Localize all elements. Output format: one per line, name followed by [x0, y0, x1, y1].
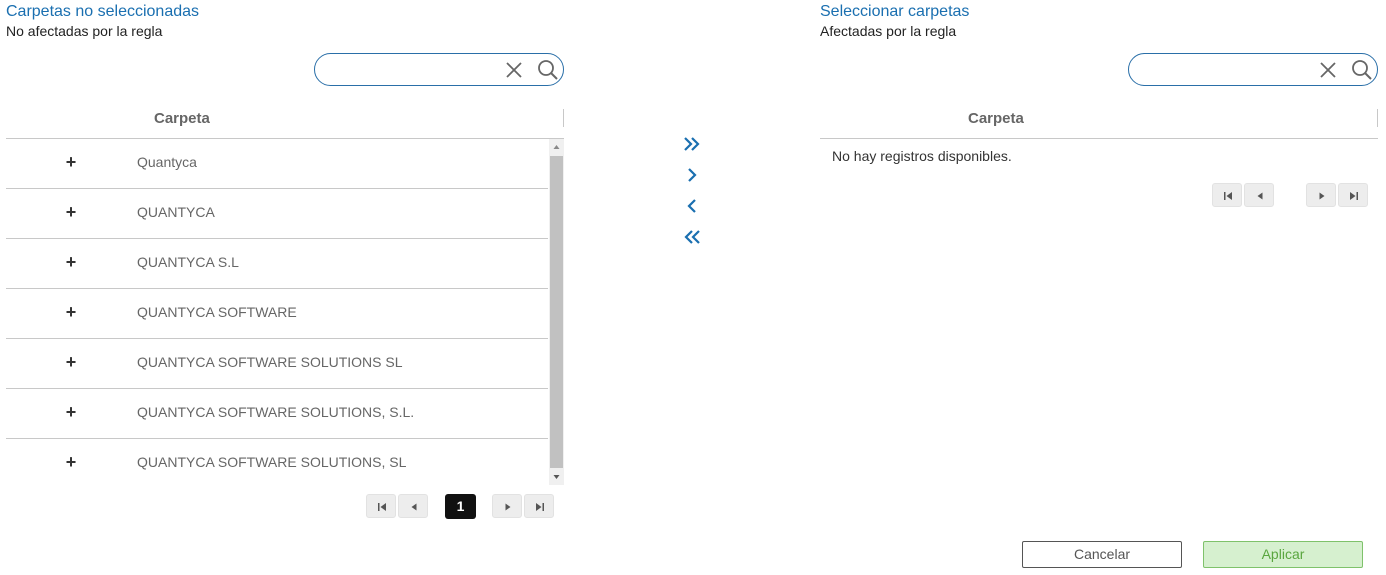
left-search-input[interactable]	[331, 60, 501, 80]
scroll-down-icon[interactable]	[549, 469, 564, 485]
double-chevron-left-icon	[684, 230, 700, 244]
double-chevron-right-icon	[684, 137, 700, 151]
left-folder-list: + Quantyca + QUANTYCA + QUANTYCA S.L + Q…	[6, 139, 548, 489]
expand-icon[interactable]: +	[64, 252, 78, 272]
folder-name: QUANTYCA SOFTWARE SOLUTIONS, SL	[137, 454, 407, 470]
next-page-button[interactable]	[492, 494, 522, 518]
folder-name: Quantyca	[137, 154, 197, 170]
table-row[interactable]: + QUANTYCA SOFTWARE SOLUTIONS SL	[6, 339, 548, 389]
folder-name: QUANTYCA SOFTWARE SOLUTIONS SL	[137, 354, 403, 370]
left-panel-title: Carpetas no seleccionadas	[6, 3, 200, 20]
current-page-number[interactable]: 1	[445, 494, 476, 519]
expand-icon[interactable]: +	[64, 402, 78, 422]
table-row[interactable]: + Quantyca	[6, 139, 548, 189]
folder-name: QUANTYCA S.L	[137, 254, 239, 270]
search-icon[interactable]	[1351, 59, 1373, 81]
move-all-left-button[interactable]	[680, 225, 704, 249]
table-row[interactable]: + QUANTYCA SOFTWARE SOLUTIONS, S.L.	[6, 389, 548, 439]
cancel-button[interactable]: Cancelar	[1022, 541, 1182, 568]
first-page-button[interactable]	[366, 494, 396, 518]
left-search-box	[314, 53, 564, 86]
vertical-scrollbar[interactable]	[549, 139, 564, 485]
right-grid-header: Carpeta	[820, 107, 1378, 139]
apply-button[interactable]: Aplicar	[1203, 541, 1363, 568]
column-header-carpeta[interactable]: Carpeta	[154, 110, 210, 127]
left-panel-subtitle: No afectadas por la regla	[6, 23, 163, 39]
expand-icon[interactable]: +	[64, 152, 78, 172]
table-row[interactable]: + QUANTYCA	[6, 189, 548, 239]
table-row[interactable]: + QUANTYCA S.L	[6, 239, 548, 289]
first-page-button[interactable]	[1212, 183, 1242, 207]
move-left-button[interactable]	[680, 194, 704, 218]
right-search-input[interactable]	[1145, 60, 1315, 80]
previous-page-button[interactable]	[398, 494, 428, 518]
move-right-button[interactable]	[680, 163, 704, 187]
folder-name: QUANTYCA	[137, 204, 215, 220]
expand-icon[interactable]: +	[64, 302, 78, 322]
chevron-left-icon	[687, 199, 696, 213]
empty-message: No hay registros disponibles.	[832, 148, 1012, 164]
next-page-button[interactable]	[1306, 183, 1336, 207]
right-search-box	[1128, 53, 1378, 86]
unselected-folders-panel: Carpetas no seleccionadas No afectadas p…	[6, 0, 564, 519]
scroll-up-icon[interactable]	[549, 139, 564, 155]
left-grid-header: Carpeta	[6, 107, 564, 139]
right-panel-title: Seleccionar carpetas	[820, 3, 970, 20]
folder-name: QUANTYCA SOFTWARE	[137, 304, 297, 320]
last-page-button[interactable]	[1338, 183, 1368, 207]
folder-name: QUANTYCA SOFTWARE SOLUTIONS, S.L.	[137, 404, 415, 420]
expand-icon[interactable]: +	[64, 452, 78, 472]
chevron-right-icon	[688, 168, 697, 182]
move-all-right-button[interactable]	[680, 132, 704, 156]
column-resize-handle[interactable]	[563, 109, 564, 127]
previous-page-button[interactable]	[1244, 183, 1274, 207]
expand-icon[interactable]: +	[64, 352, 78, 372]
scrollbar-thumb[interactable]	[550, 156, 563, 468]
table-row[interactable]: + QUANTYCA SOFTWARE	[6, 289, 548, 339]
last-page-button[interactable]	[524, 494, 554, 518]
column-header-carpeta[interactable]: Carpeta	[968, 110, 1024, 127]
search-icon[interactable]	[537, 59, 559, 81]
selected-folders-panel: Seleccionar carpetas Afectadas por la re…	[820, 0, 1378, 207]
right-panel-subtitle: Afectadas por la regla	[820, 23, 957, 39]
clear-icon[interactable]	[1319, 61, 1337, 79]
clear-icon[interactable]	[505, 61, 523, 79]
column-resize-handle[interactable]	[1377, 109, 1378, 127]
expand-icon[interactable]: +	[64, 202, 78, 222]
table-row[interactable]: + QUANTYCA SOFTWARE SOLUTIONS, SL	[6, 439, 548, 489]
